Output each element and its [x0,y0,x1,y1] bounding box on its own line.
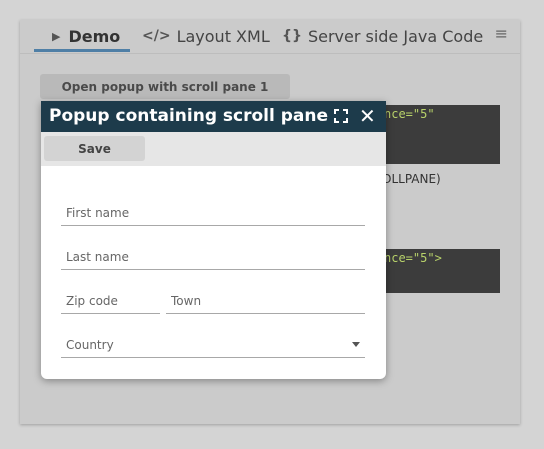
play-icon: ▶ [52,29,61,43]
code-line: nce="5" [384,107,435,121]
maximize-icon[interactable] [334,109,348,123]
zip-code-field [61,289,160,314]
country-select[interactable] [61,333,365,357]
town-field [166,289,365,314]
code-snippet: nce="5"> [380,249,500,293]
background-text: OLLPANE) [382,172,441,186]
popup-window: Popup containing scroll pane ✕ Save [41,101,386,379]
chevron-down-icon[interactable] [352,342,360,347]
tab-label: Layout XML [176,26,270,46]
open-popup-button[interactable]: Open popup with scroll pane 1 [40,74,290,99]
popup-title: Popup containing scroll pane [49,106,329,126]
tab-demo[interactable]: ▶ Demo [52,20,120,52]
zip-code-input[interactable] [61,289,160,313]
tab-label: Server side Java Code [307,26,484,46]
tab-layout-xml[interactable]: </> Layout XML [142,20,270,52]
first-name-field [61,201,365,226]
braces-icon: {} [282,28,302,44]
first-name-input[interactable] [61,201,365,225]
tab-bar: ▶ Demo </> Layout XML {} Server side Jav… [20,20,520,54]
tab-server-java-code[interactable]: {} Server side Java Code [282,20,483,52]
code-snippet: nce="5" [380,105,500,164]
country-field [61,333,365,358]
popup-header: Popup containing scroll pane ✕ [41,101,386,132]
save-button[interactable]: Save [44,136,145,161]
town-input[interactable] [166,289,365,313]
code-line: nce="5"> [384,251,442,265]
tab-label: Demo [68,26,121,46]
close-icon[interactable]: ✕ [359,104,376,128]
last-name-field [61,245,365,270]
active-tab-indicator [34,49,130,52]
menu-icon[interactable]: ≡ [495,24,508,43]
code-icon: </> [142,28,171,44]
last-name-input[interactable] [61,245,365,269]
popup-toolbar: Save [41,132,386,166]
